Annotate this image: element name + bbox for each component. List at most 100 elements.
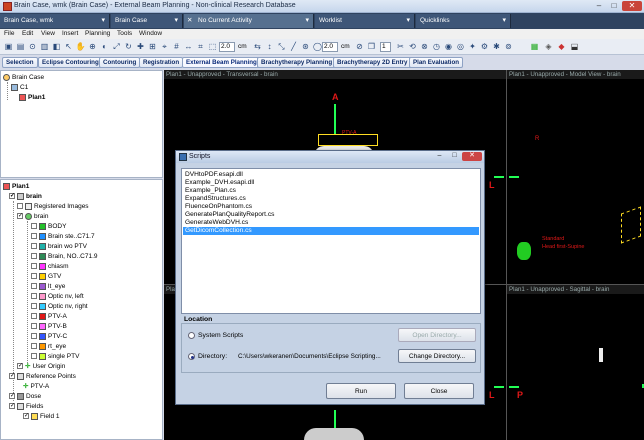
calc-icon[interactable]: ⚙: [479, 41, 490, 52]
structure-item[interactable]: Optic nv, right: [31, 302, 88, 311]
diagonal-icon[interactable]: ⤡: [276, 41, 287, 52]
visibility-checkbox[interactable]: ✓: [17, 213, 23, 220]
margin-input[interactable]: 2.0: [322, 42, 338, 52]
workspace-eclipse-contouring[interactable]: Eclipse Contouring: [38, 57, 103, 68]
export-icon[interactable]: ⬓: [569, 41, 580, 52]
list-item[interactable]: GenerateWebDVH.cs: [183, 219, 479, 227]
tree-plan[interactable]: Plan1: [19, 93, 45, 102]
maximize-icon[interactable]: □: [607, 1, 621, 11]
layout-grid-icon[interactable]: ▦: [529, 41, 540, 52]
isodose-icon[interactable]: ◎: [455, 41, 466, 52]
list-item[interactable]: FluenceOnPhantom.cs: [183, 203, 479, 211]
workspace-contouring[interactable]: Contouring: [99, 57, 141, 68]
workspace-selection[interactable]: Selection: [2, 57, 38, 68]
tab-course[interactable]: Brain Case ▾: [111, 14, 183, 28]
tree-plan-root[interactable]: Plan1: [3, 182, 29, 191]
structure-item[interactable]: GTV: [31, 272, 61, 281]
ruler-icon[interactable]: ↔: [183, 41, 194, 52]
close-icon[interactable]: ✕: [187, 14, 192, 28]
structure-item[interactable]: single PTV: [31, 352, 79, 361]
visibility-checkbox[interactable]: ✓: [9, 193, 15, 200]
workspace-plan-evaluation[interactable]: Plan Evaluation: [409, 57, 464, 68]
visibility-checkbox[interactable]: [31, 293, 37, 300]
target-icon[interactable]: ⊚: [503, 41, 514, 52]
close-button[interactable]: Close: [404, 383, 474, 399]
directory-radio[interactable]: [188, 353, 195, 360]
render-icon[interactable]: ◈: [543, 41, 554, 52]
list-item[interactable]: DVHtoPDF.esapi.dll: [183, 171, 479, 179]
visibility-checkbox[interactable]: [31, 283, 37, 290]
list-item[interactable]: Example_Plan.cs: [183, 187, 479, 195]
visibility-checkbox[interactable]: ✓: [17, 363, 23, 370]
tree-field-1[interactable]: ✓ Field 1: [23, 412, 60, 421]
menu-window[interactable]: Window: [139, 30, 162, 37]
close-icon[interactable]: ✕: [622, 1, 642, 11]
cursor-icon[interactable]: ⌖: [159, 41, 170, 52]
structure-item[interactable]: PTV-B: [31, 322, 67, 331]
crop-icon[interactable]: ⌗: [195, 41, 206, 52]
transform-icon[interactable]: ⟲: [407, 41, 418, 52]
copy-icon[interactable]: ❐: [366, 41, 377, 52]
menu-tools[interactable]: Tools: [117, 30, 132, 37]
system-scripts-label[interactable]: System Scripts: [198, 332, 243, 339]
structure-item[interactable]: brain wo PTV: [31, 242, 87, 251]
workspace-external-beam-planning[interactable]: External Beam Planning: [182, 57, 261, 68]
system-scripts-radio[interactable]: [188, 332, 195, 339]
tree-ref-point[interactable]: ✛ PTV-A: [23, 382, 49, 391]
open-directory-button[interactable]: Open Directory...: [398, 328, 476, 342]
measure-icon[interactable]: ⤢: [111, 41, 122, 52]
settings-icon[interactable]: ✱: [491, 41, 502, 52]
visibility-checkbox[interactable]: [31, 253, 37, 260]
grid-icon[interactable]: #: [171, 41, 182, 52]
change-directory-button[interactable]: Change Directory...: [398, 349, 476, 363]
clock-icon[interactable]: ◷: [431, 41, 442, 52]
slice-icon[interactable]: ⊘: [354, 41, 365, 52]
tab-quicklinks[interactable]: Quicklinks ▾: [416, 14, 511, 28]
tree-image[interactable]: ✓ brain: [9, 192, 42, 201]
close-icon[interactable]: ✕: [462, 152, 482, 161]
list-item[interactable]: ExpandStructures.cs: [183, 195, 479, 203]
structure-item[interactable]: Brain ste..C71.7: [31, 232, 95, 241]
visibility-checkbox[interactable]: [31, 223, 37, 230]
hand-icon[interactable]: ✋: [75, 41, 86, 52]
count-input[interactable]: 1: [380, 42, 391, 52]
center-icon[interactable]: ⊞: [147, 41, 158, 52]
dose-icon[interactable]: ◉: [443, 41, 454, 52]
visibility-checkbox[interactable]: ✓: [23, 413, 29, 420]
tree-brain-case[interactable]: Brain Case: [3, 73, 44, 82]
visibility-checkbox[interactable]: [31, 233, 37, 240]
menu-file[interactable]: File: [4, 30, 14, 37]
select-box-icon[interactable]: ⬚: [207, 41, 218, 52]
tab-patient[interactable]: Brain Case, wmk ▾: [0, 14, 110, 28]
list-item[interactable]: GeneratePlanQualityReport.cs: [183, 211, 479, 219]
point-icon[interactable]: ⊛: [300, 41, 311, 52]
tree-dose[interactable]: ✓ Dose: [9, 392, 41, 401]
visibility-checkbox[interactable]: [31, 333, 37, 340]
visibility-checkbox[interactable]: ✓: [9, 403, 15, 410]
minimize-icon[interactable]: –: [592, 1, 606, 11]
probe-icon[interactable]: ✚: [135, 41, 146, 52]
pointer-icon[interactable]: ↖: [63, 41, 74, 52]
view-icon[interactable]: ◧: [51, 41, 62, 52]
layout-icon[interactable]: ▥: [39, 41, 50, 52]
beam-icon[interactable]: ✦: [467, 41, 478, 52]
move-icon[interactable]: ⇆: [252, 41, 263, 52]
vertical-icon[interactable]: ↕: [264, 41, 275, 52]
tree-structure-set[interactable]: ✓ brain: [17, 212, 48, 221]
scripts-list[interactable]: DVHtoPDF.esapi.dll Example_DVH.esapi.dll…: [181, 168, 481, 314]
visibility-checkbox[interactable]: [31, 353, 37, 360]
line-icon[interactable]: ╱: [288, 41, 299, 52]
menu-planning[interactable]: Planning: [85, 30, 110, 37]
list-item-selected[interactable]: GetDicomCollection.cs: [183, 227, 479, 235]
rotate-icon[interactable]: ↻: [123, 41, 134, 52]
visibility-checkbox[interactable]: [31, 273, 37, 280]
print-icon[interactable]: ▣: [3, 41, 14, 52]
directory-label[interactable]: Directory:: [198, 353, 227, 360]
visibility-checkbox[interactable]: [31, 323, 37, 330]
structure-item[interactable]: rt_eye: [31, 342, 66, 351]
workspace-registration[interactable]: Registration: [139, 57, 184, 68]
list-item[interactable]: Example_DVH.esapi.dll: [183, 179, 479, 187]
tab-activity[interactable]: ✕ No Current Activity ▾: [184, 14, 314, 28]
step-size-input[interactable]: 2.0: [219, 42, 235, 52]
open-icon[interactable]: ⊙: [27, 41, 38, 52]
